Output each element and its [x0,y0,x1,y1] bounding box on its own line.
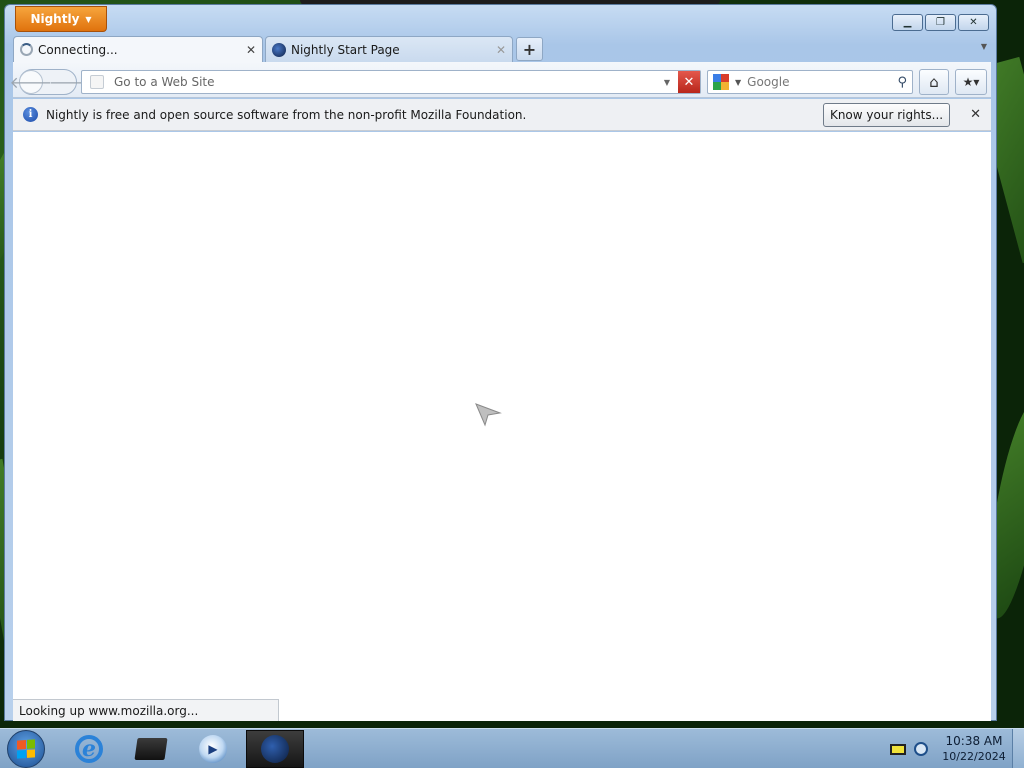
info-icon: i [23,107,38,122]
page-icon [90,75,104,89]
navigation-toolbar: 🡐 🡒 Go to a Web Site ▼ ✕ ▼ Google ⚲ ⌂ ★▾ [10,62,991,98]
notification-message: Nightly is free and open source software… [46,107,527,122]
app-menu-label: Nightly [30,12,80,26]
tab-nightly-start-page[interactable]: Nightly Start Page ✕ [265,36,513,62]
close-tab-icon[interactable]: ✕ [496,43,506,57]
back-forward-group: 🡐 🡒 [10,69,92,95]
minimize-button[interactable]: ▁ [892,14,923,31]
search-engine-dropdown-icon[interactable]: ▼ [735,78,741,87]
start-button[interactable] [7,730,45,768]
page-content: Looking up www.mozilla.org... [13,132,991,721]
internet-explorer-icon: e [75,735,103,763]
chevron-down-icon: ▼ [85,14,92,24]
back-button[interactable]: 🡐 [10,70,52,94]
windows-logo-icon [17,739,35,759]
clock-time: 10:38 AM [945,734,1003,748]
system-tray [890,742,928,756]
stop-icon: ✕ [683,74,695,90]
taskbar-internet-explorer[interactable]: e [60,730,118,768]
close-notification-icon[interactable]: ✕ [970,107,981,122]
notification-bar: i Nightly is free and open source softwa… [13,99,991,131]
nightly-icon [261,735,289,763]
search-icon[interactable]: ⚲ [897,75,907,90]
taskbar-nightly[interactable] [246,730,304,768]
bookmarks-menu-button[interactable]: ★▾ [955,69,987,95]
plus-icon: + [522,39,537,59]
taskbar-explorer[interactable] [122,730,180,768]
home-button[interactable]: ⌂ [919,69,949,95]
new-tab-button[interactable]: + [516,37,543,61]
close-window-button[interactable]: ✕ [958,14,989,31]
show-desktop-button[interactable] [1012,729,1024,768]
home-icon: ⌂ [929,73,939,91]
browser-window: Nightly ▼ ▁ ❐ ✕ Connecting... ✕ Nightly … [4,4,997,721]
network-icon[interactable] [914,742,928,756]
app-menu-button[interactable]: Nightly ▼ [15,6,107,32]
url-input[interactable]: Go to a Web Site [114,75,664,89]
restore-icon: ❐ [936,17,945,28]
url-bar[interactable]: Go to a Web Site ▼ ✕ [81,70,701,94]
bookmark-star-icon: ★▾ [962,75,980,89]
nightly-globe-icon [272,42,286,57]
back-arrow-icon: 🡐 [9,73,53,92]
folder-icon [134,738,168,760]
clock[interactable]: 10:38 AM 10/22/2024 [940,734,1008,764]
close-tab-icon[interactable]: ✕ [246,43,256,57]
know-your-rights-button[interactable]: Know your rights... [822,102,951,127]
stop-button[interactable]: ✕ [678,71,700,93]
google-icon[interactable] [713,74,729,90]
action-center-flag-icon[interactable] [890,743,906,755]
close-icon: ✕ [969,17,978,28]
tab-title: Connecting... [38,42,118,57]
taskbar: e ▶ 10:38 AM 10/22/2024 [0,728,1024,768]
url-history-dropdown-icon[interactable]: ▼ [664,78,670,87]
taskbar-media-player[interactable]: ▶ [184,730,242,768]
tab-strip: Connecting... ✕ Nightly Start Page ✕ + ▼ [13,36,991,62]
mouse-pointer-icon [475,403,502,427]
search-input[interactable]: Google [747,75,891,89]
loading-spinner-icon [20,43,33,56]
tab-connecting[interactable]: Connecting... ✕ [13,36,263,62]
maximize-button[interactable]: ❐ [925,14,956,31]
minimize-icon: ▁ [903,17,912,28]
tab-title: Nightly Start Page [291,42,400,57]
list-all-tabs-icon[interactable]: ▼ [981,42,987,51]
media-player-icon: ▶ [199,735,227,763]
search-bar[interactable]: ▼ Google ⚲ [707,70,913,94]
status-panel: Looking up www.mozilla.org... [13,699,279,721]
clock-date: 10/22/2024 [942,750,1006,763]
window-controls: ▁ ❐ ✕ [892,14,989,31]
